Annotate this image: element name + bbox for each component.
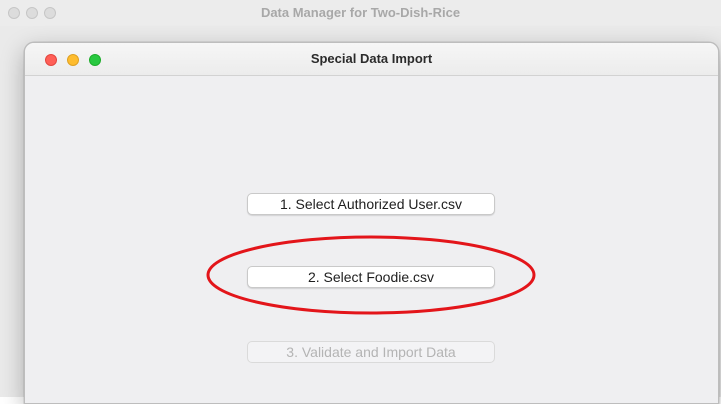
- background-window-title: Data Manager for Two-Dish-Rice: [260, 5, 461, 20]
- select-foodie-button[interactable]: 2. Select Foodie.csv: [247, 266, 495, 288]
- select-authorized-user-button[interactable]: 1. Select Authorized User.csv: [247, 193, 495, 215]
- background-window-titlebar: Data Manager for Two-Dish-Rice: [0, 0, 721, 26]
- dialog-titlebar[interactable]: Special Data Import: [25, 43, 718, 76]
- validate-import-button[interactable]: 3. Validate and Import Data: [247, 341, 495, 363]
- special-data-import-dialog: Special Data Import 1. Select Authorized…: [24, 42, 719, 404]
- dialog-title: Special Data Import: [310, 51, 433, 66]
